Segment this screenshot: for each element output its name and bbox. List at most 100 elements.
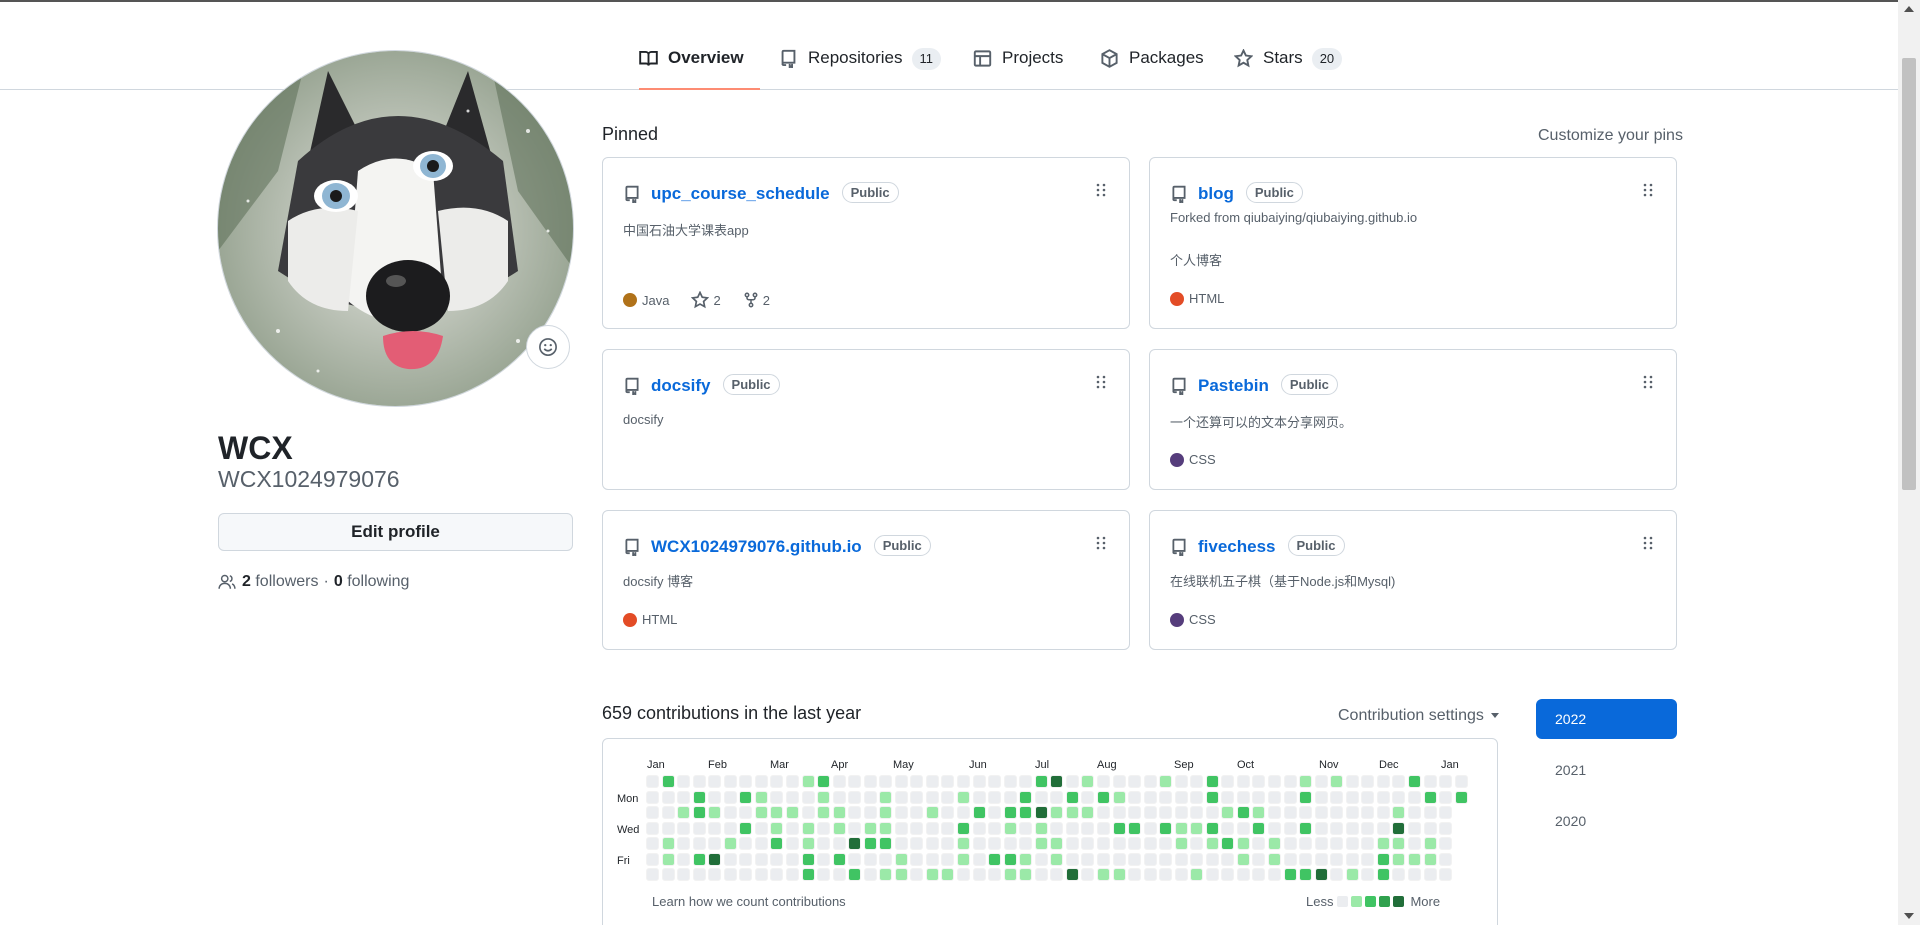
- fork-source-link[interactable]: Forked from qiubaiying/qiubaiying.github…: [1170, 210, 1417, 225]
- contribution-day[interactable]: [1081, 852, 1095, 866]
- contribution-day[interactable]: [894, 790, 908, 804]
- contribution-day[interactable]: [1143, 806, 1157, 820]
- year-2021-link[interactable]: 2021: [1536, 750, 1677, 790]
- contribution-day[interactable]: [677, 821, 691, 835]
- contribution-day[interactable]: [1221, 790, 1235, 804]
- contribution-day[interactable]: [770, 775, 784, 788]
- contribution-day[interactable]: [1159, 775, 1173, 788]
- contribution-day[interactable]: [1159, 821, 1173, 835]
- contribution-day[interactable]: [1314, 775, 1328, 788]
- contribution-day[interactable]: [1174, 868, 1188, 882]
- contribution-day[interactable]: [1128, 790, 1142, 804]
- contribution-day[interactable]: [1283, 806, 1297, 820]
- contribution-day[interactable]: [879, 821, 893, 835]
- contribution-day[interactable]: [785, 852, 799, 866]
- contribution-day[interactable]: [1128, 806, 1142, 820]
- contribution-day[interactable]: [646, 821, 659, 835]
- contribution-day[interactable]: [646, 775, 659, 788]
- contribution-day[interactable]: [801, 852, 815, 866]
- contribution-day[interactable]: [1252, 806, 1266, 820]
- contribution-day[interactable]: [1096, 868, 1110, 882]
- contribution-day[interactable]: [1299, 868, 1313, 882]
- contribution-day[interactable]: [832, 852, 846, 866]
- contribution-day[interactable]: [832, 790, 846, 804]
- contribution-day[interactable]: [1019, 790, 1033, 804]
- contribution-day[interactable]: [1252, 837, 1266, 851]
- contribution-day[interactable]: [646, 852, 659, 866]
- contribution-day[interactable]: [863, 790, 877, 804]
- contribution-day[interactable]: [1003, 852, 1017, 866]
- contribution-day[interactable]: [910, 775, 924, 788]
- contribution-day[interactable]: [972, 868, 986, 882]
- contribution-day[interactable]: [1190, 868, 1204, 882]
- contribution-day[interactable]: [1081, 868, 1095, 882]
- contribution-day[interactable]: [1439, 837, 1453, 851]
- contribution-day[interactable]: [817, 868, 831, 882]
- contribution-day[interactable]: [1268, 868, 1281, 882]
- contribution-day[interactable]: [1252, 868, 1266, 882]
- contribution-day[interactable]: [1345, 775, 1359, 788]
- contribution-day[interactable]: [1423, 868, 1437, 882]
- contribution-day[interactable]: [1252, 775, 1266, 788]
- contribution-day[interactable]: [957, 821, 970, 835]
- contribution-day[interactable]: [1392, 837, 1406, 851]
- contribution-day[interactable]: [785, 821, 799, 835]
- contribution-day[interactable]: [1205, 821, 1219, 835]
- contribution-day[interactable]: [692, 821, 706, 835]
- contribution-day[interactable]: [1439, 868, 1453, 882]
- contribution-day[interactable]: [1221, 821, 1235, 835]
- drag-handle-icon[interactable]: [1095, 182, 1107, 198]
- contribution-day[interactable]: [1376, 821, 1390, 835]
- contribution-day[interactable]: [1143, 837, 1157, 851]
- contribution-day[interactable]: [754, 868, 768, 882]
- contribution-day[interactable]: [1128, 868, 1142, 882]
- contribution-day[interactable]: [1283, 821, 1297, 835]
- contribution-day[interactable]: [801, 837, 815, 851]
- contribution-day[interactable]: [941, 852, 955, 866]
- contribution-day[interactable]: [1299, 775, 1313, 788]
- repo-link[interactable]: blog Public: [1198, 182, 1303, 204]
- contribution-day[interactable]: [1330, 806, 1344, 820]
- contribution-day[interactable]: [848, 806, 862, 820]
- contribution-day[interactable]: [692, 775, 706, 788]
- contribution-day[interactable]: [661, 790, 675, 804]
- contribution-day[interactable]: [1236, 775, 1250, 788]
- contribution-day[interactable]: [1376, 868, 1390, 882]
- contribution-day[interactable]: [1174, 775, 1188, 788]
- contribution-day[interactable]: [677, 806, 691, 820]
- contribution-day[interactable]: [817, 837, 831, 851]
- contribution-day[interactable]: [1345, 790, 1359, 804]
- contribution-day[interactable]: [1050, 868, 1064, 882]
- contribution-day[interactable]: [1081, 837, 1095, 851]
- contribution-day[interactable]: [785, 775, 799, 788]
- contribution-day[interactable]: [925, 852, 939, 866]
- contribution-day[interactable]: [1345, 806, 1359, 820]
- contribution-day[interactable]: [1454, 790, 1468, 804]
- contribution-day[interactable]: [1392, 821, 1406, 835]
- contribution-day[interactable]: [1081, 806, 1095, 820]
- contribution-day[interactable]: [1252, 852, 1266, 866]
- contribution-day[interactable]: [1143, 852, 1157, 866]
- contribution-day[interactable]: [910, 868, 924, 882]
- contribution-day[interactable]: [1205, 790, 1219, 804]
- contribution-day[interactable]: [646, 790, 659, 804]
- set-status-button[interactable]: [526, 325, 570, 369]
- contribution-day[interactable]: [910, 821, 924, 835]
- contribution-day[interactable]: [1236, 837, 1250, 851]
- contribution-day[interactable]: [972, 775, 986, 788]
- contribution-day[interactable]: [894, 852, 908, 866]
- contribution-day[interactable]: [941, 821, 955, 835]
- contribution-day[interactable]: [708, 868, 722, 882]
- contribution-day[interactable]: [1299, 837, 1313, 851]
- contribution-day[interactable]: [957, 868, 970, 882]
- contribution-day[interactable]: [1128, 821, 1142, 835]
- contribution-day[interactable]: [988, 852, 1002, 866]
- contribution-day[interactable]: [863, 806, 877, 820]
- contribution-day[interactable]: [925, 868, 939, 882]
- scroll-up-arrow-icon[interactable]: [1904, 6, 1914, 12]
- contribution-day[interactable]: [1128, 837, 1142, 851]
- contribution-day[interactable]: [1439, 775, 1453, 788]
- contribution-day[interactable]: [1112, 790, 1126, 804]
- contribution-day[interactable]: [1159, 852, 1173, 866]
- contribution-day[interactable]: [1268, 790, 1281, 804]
